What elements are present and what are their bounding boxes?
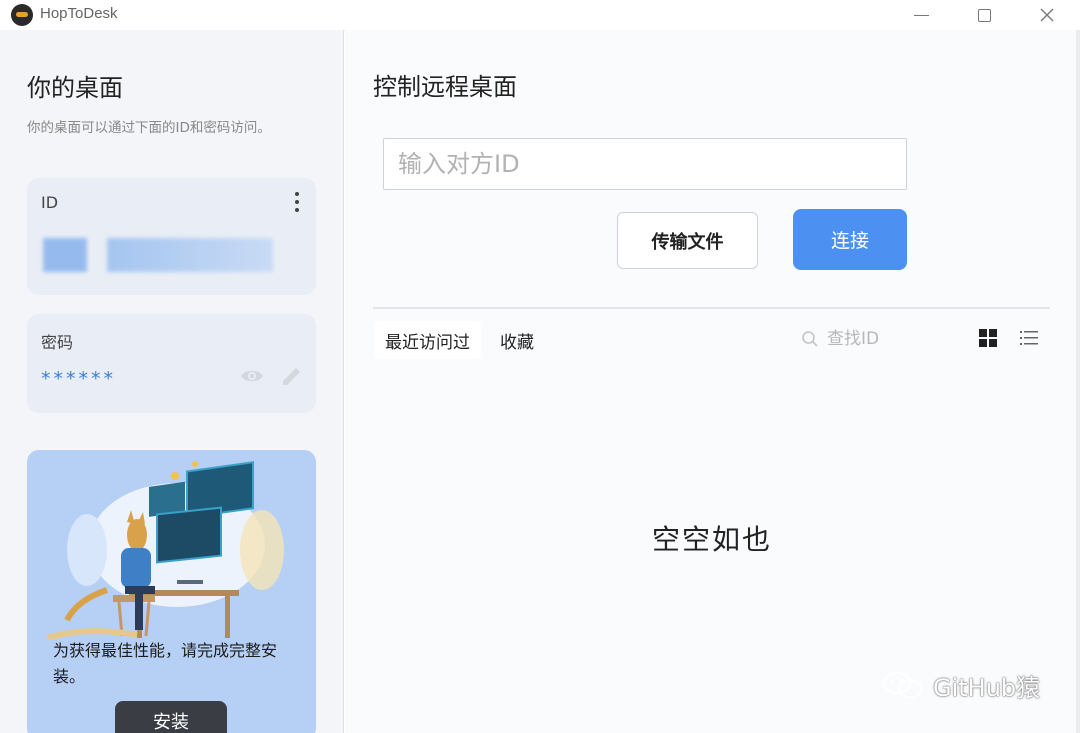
minimize-icon (913, 14, 929, 16)
left-panel: 你的桌面 你的桌面可以通过下面的ID和密码访问。 ID 密码 ****** 为获… (0, 30, 344, 733)
search-icon (802, 331, 818, 347)
section-divider (373, 307, 1050, 309)
kangaroo-illustration (46, 461, 284, 640)
password-card: 密码 ****** (27, 314, 316, 413)
tab-favorites[interactable]: 收藏 (489, 321, 545, 359)
id-card: ID (27, 178, 316, 295)
watermark: GitHub猿 (881, 668, 1040, 703)
app-title: HopToDesk (40, 5, 118, 22)
grid-view-icon[interactable] (978, 328, 998, 348)
close-icon (1040, 8, 1054, 22)
maximize-icon (977, 8, 991, 22)
password-label: 密码 (41, 333, 74, 352)
wechat-icon (883, 671, 922, 698)
install-promo-card: 为获得最佳性能，请完成完整安装。 安装 (27, 450, 316, 733)
search-input[interactable] (827, 329, 947, 349)
window-edge (1076, 30, 1080, 733)
maximize-button[interactable] (961, 0, 1007, 30)
edit-icon[interactable] (280, 364, 304, 388)
id-value-blurred-2 (107, 238, 273, 272)
install-button[interactable]: 安装 (115, 701, 227, 733)
connect-button[interactable]: 连接 (793, 209, 907, 270)
right-panel: 控制远程桌面 传输文件 连接 最近访问过 收藏 空空如也 (345, 30, 1080, 733)
your-desktop-title: 你的桌面 (27, 74, 123, 102)
watermark-text: GitHub猿 (933, 674, 1041, 702)
promo-text: 为获得最佳性能，请完成完整安装。 (53, 641, 278, 686)
id-menu-icon[interactable] (292, 192, 302, 212)
title-bar: HopToDesk (0, 0, 1080, 30)
search-box[interactable] (797, 324, 967, 354)
your-desktop-description: 你的桌面可以通过下面的ID和密码访问。 (27, 120, 271, 136)
password-value: ****** (41, 368, 116, 390)
empty-state-text: 空空如也 (652, 523, 773, 556)
eye-icon[interactable] (240, 368, 264, 384)
id-label: ID (41, 193, 59, 212)
tab-recent[interactable]: 最近访问过 (374, 321, 481, 359)
minimize-button[interactable] (898, 0, 944, 30)
list-view-icon[interactable] (1019, 328, 1039, 348)
app-logo-icon (11, 4, 33, 26)
close-button[interactable] (1024, 0, 1070, 30)
control-remote-title: 控制远程桌面 (373, 73, 517, 101)
transfer-file-button[interactable]: 传输文件 (617, 212, 758, 269)
id-value-blurred (43, 238, 87, 272)
remote-id-input[interactable] (383, 138, 907, 190)
